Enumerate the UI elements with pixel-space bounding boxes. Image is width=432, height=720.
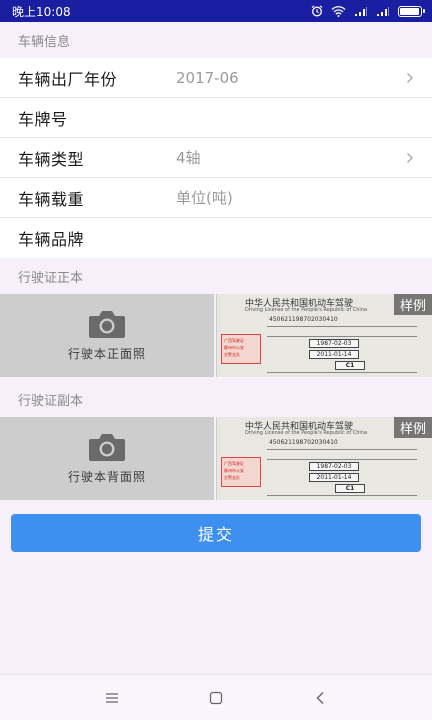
row-manufacture-year[interactable]: 车辆出厂年份 2017-06 — [0, 58, 432, 98]
battery-icon — [398, 5, 425, 17]
section-header-vehicle-info: 车辆信息 — [18, 34, 71, 50]
chevron-right-icon — [404, 72, 416, 84]
row-value[interactable]: 单位(吨) — [176, 187, 416, 208]
battery-level — [400, 7, 419, 15]
row-label: 车辆载重 — [18, 189, 85, 209]
sample-class: C1 — [335, 484, 365, 493]
alarm-icon — [311, 5, 323, 17]
chevron-right-icon — [404, 152, 416, 164]
section-header-license-back: 行驶证副本 — [18, 393, 84, 409]
sample-stamp: 广西驾驶证 柳州市公安 交警支队 — [221, 334, 261, 364]
system-nav-bar — [0, 674, 432, 720]
status-icons — [311, 5, 425, 17]
row-vehicle-load[interactable]: 车辆载重 单位(吨) — [0, 178, 432, 218]
sample-tag: 样例 — [393, 294, 432, 315]
row-plate-number[interactable]: 车牌号 — [0, 98, 432, 138]
submit-wrap: 提交 — [0, 500, 432, 552]
row-vehicle-brand[interactable]: 车辆品牌 — [0, 218, 432, 258]
row-value: 2017-06 — [176, 68, 239, 87]
license-back-photo-row: 行驶本背面照 中华人民共和国机动车驾驶 Driving License of t… — [0, 417, 432, 500]
menu-icon — [106, 692, 118, 703]
home-button[interactable] — [201, 683, 231, 713]
signal-icon-1 — [355, 6, 367, 16]
sample-tag: 样例 — [393, 417, 432, 438]
submit-button[interactable]: 提交 — [11, 514, 421, 552]
section-header-license-front: 行驶证正本 — [18, 270, 84, 286]
row-label: 车辆出厂年份 — [18, 69, 118, 89]
camera-caption: 行驶本背面照 — [67, 470, 146, 484]
license-front-photo-row: 行驶本正面照 中华人民共和国机动车驾驶 Driving License of t… — [0, 294, 432, 377]
row-vehicle-type[interactable]: 车辆类型 4轴 — [0, 138, 432, 178]
license-front-camera-button[interactable]: 行驶本正面照 — [0, 294, 214, 377]
status-bar: 晚上10:08 — [0, 0, 432, 22]
row-value: 4轴 — [176, 149, 201, 167]
license-front-sample-image: 中华人民共和国机动车驾驶 Driving License of the Peop… — [216, 294, 432, 377]
sample-date2: 2011-01-14 — [309, 350, 359, 359]
sample-date1: 1987-02-03 — [309, 339, 359, 348]
license-back-camera-button[interactable]: 行驶本背面照 — [0, 417, 214, 500]
row-label: 车辆品牌 — [18, 230, 85, 249]
back-chevron-icon — [316, 691, 324, 704]
sample-number: 450621198702030410 — [269, 439, 338, 446]
sample-date2: 2011-01-14 — [309, 473, 359, 482]
signal-icon-2 — [377, 6, 389, 16]
sample-stamp: 广西驾驶证 柳州市公安 交警支队 — [221, 457, 261, 487]
camera-icon — [89, 311, 125, 338]
row-label: 车辆类型 — [18, 149, 85, 169]
sample-subtitle: Driving License of the People's Republic… — [245, 430, 368, 436]
wifi-icon — [331, 5, 346, 17]
status-time: 晚上10:08 — [12, 4, 71, 19]
vehicle-info-list: 车辆出厂年份 2017-06 车牌号 车辆类型 4轴 车辆载重 单位(吨) 车辆… — [0, 58, 432, 258]
row-label: 车牌号 — [18, 109, 68, 129]
sample-number: 450621198702030410 — [269, 316, 338, 323]
license-back-sample-image: 中华人民共和国机动车驾驶 Driving License of the Peop… — [216, 417, 432, 500]
sample-subtitle: Driving License of the People's Republic… — [245, 307, 368, 313]
menu-button[interactable] — [97, 683, 127, 713]
home-square-icon — [209, 691, 223, 704]
sample-class: C1 — [335, 361, 365, 370]
camera-caption: 行驶本正面照 — [67, 347, 146, 361]
sample-date1: 1987-02-03 — [309, 462, 359, 471]
camera-icon — [89, 434, 125, 461]
back-button[interactable] — [305, 683, 335, 713]
